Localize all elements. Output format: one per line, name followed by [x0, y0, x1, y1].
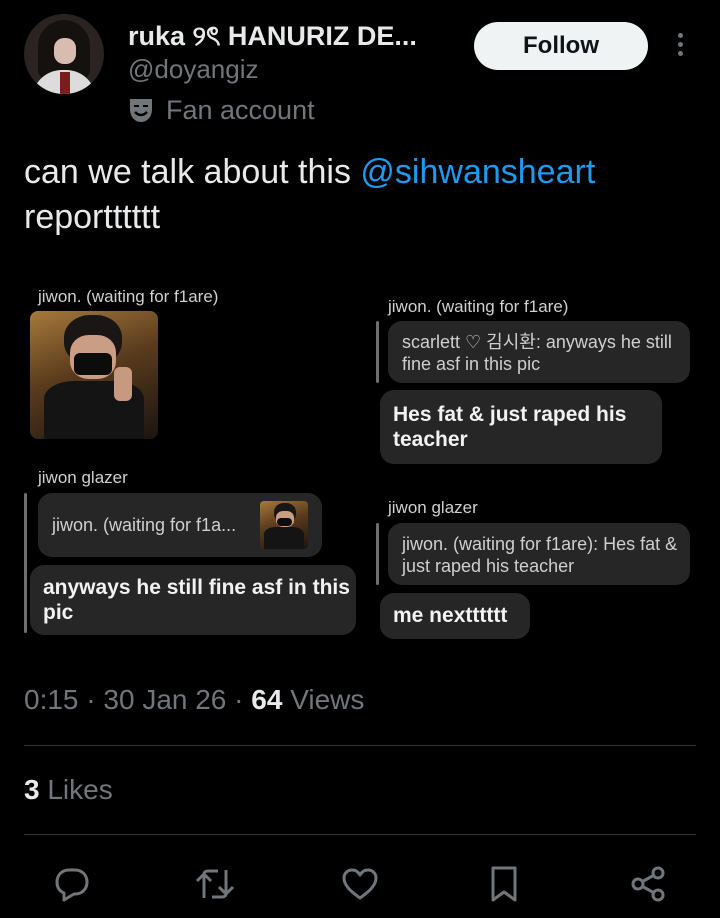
tweet-media-image[interactable]: jiwon. (waiting for f1are) jiwon glazer … [0, 265, 720, 650]
user-handle[interactable]: @doyangiz [128, 54, 258, 85]
share-button[interactable] [626, 862, 670, 906]
tweet-text-before: can we talk about this [24, 153, 361, 191]
chat-reply-quote: jiwon. (waiting for f1are): Hes fat & ju… [388, 523, 690, 585]
chat-sender-name: jiwon. (waiting for f1are) [388, 297, 569, 316]
tweet-time[interactable]: 0:15 [24, 684, 79, 715]
chat-message-text: me nextttttt [393, 604, 508, 627]
like-icon [342, 868, 378, 900]
reply-button[interactable] [50, 862, 94, 906]
chat-reply-quote: scarlett ♡ 김시환: anyways he still fine as… [388, 321, 690, 383]
divider [24, 834, 696, 835]
account-label: Fan account [166, 94, 315, 125]
divider [24, 745, 696, 746]
follow-button[interactable]: Follow [474, 22, 648, 70]
tweet-text: can we talk about this @sihwansheart repo… [24, 150, 694, 240]
tweet-meta: 0:15 · 30 Jan 26 · 64 Views [24, 684, 365, 715]
retweet-button[interactable] [193, 862, 237, 906]
chat-sender-name: jiwon glazer [388, 498, 478, 517]
likes-label: Likes [39, 774, 113, 805]
chat-photo [30, 311, 158, 439]
reply-quote-text: jiwon. (waiting for f1a... [52, 515, 237, 535]
views-label: Views [282, 684, 365, 715]
account-label-row: Fan account [128, 93, 315, 127]
chat-reply-quote: jiwon. (waiting for f1a... [38, 493, 322, 557]
reply-quote-text: jiwon. (waiting for f1are): Hes fat & ju… [402, 534, 678, 576]
bookmark-button[interactable] [482, 862, 526, 906]
avatar[interactable] [24, 14, 104, 94]
tweet-text-after: reportttttt [24, 198, 161, 236]
views-count: 64 [251, 684, 283, 715]
mention-link[interactable]: @sihwansheart [360, 153, 595, 191]
likes-count: 3 [24, 774, 40, 805]
theater-mask-icon [130, 99, 152, 122]
reply-quote-thumbnail [260, 501, 308, 549]
more-options-icon[interactable] [670, 30, 690, 66]
chat-message-bubble: anyways he still fine asf in this pic [30, 565, 356, 635]
chat-sender-name: jiwon. (waiting for f1are) [38, 287, 219, 306]
like-button[interactable] [338, 862, 382, 906]
chat-message-text: anyways he still fine asf in this pic [43, 576, 350, 624]
chat-sender-name: jiwon glazer [38, 468, 128, 487]
reply-quote-text: scarlett ♡ 김시환: anyways he still fine as… [402, 332, 672, 374]
bookmark-icon [491, 866, 517, 902]
share-icon [631, 866, 665, 902]
tweet-date[interactable]: 30 Jan 26 [103, 684, 226, 715]
chat-message-text: Hes fat & just raped his teacher [393, 403, 627, 451]
reply-icon [55, 868, 89, 902]
retweet-icon [195, 869, 235, 899]
likes-count-link[interactable]: 3 Likes [24, 774, 113, 806]
chat-message-bubble: Hes fat & just raped his teacher [380, 390, 662, 464]
chat-message-bubble: me nextttttt [380, 593, 530, 639]
